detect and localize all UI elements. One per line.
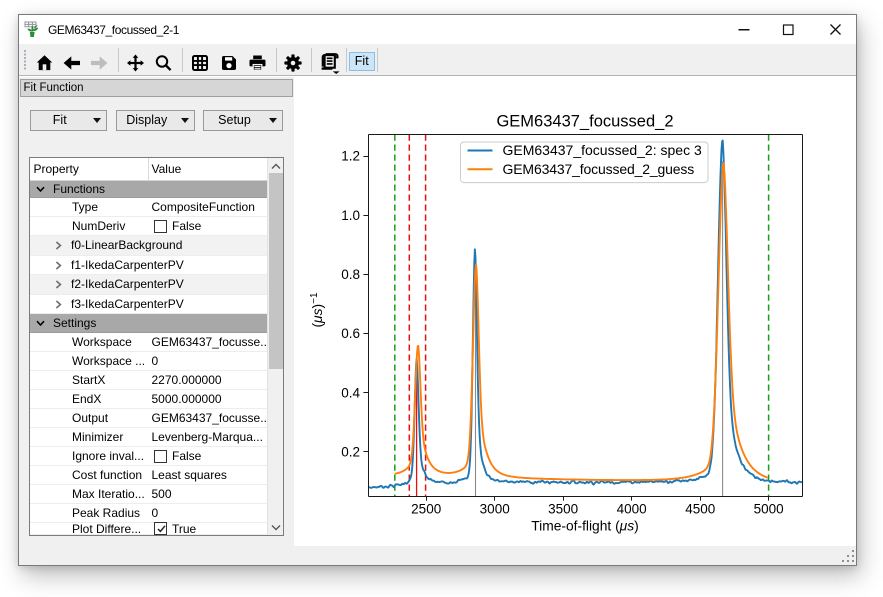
- svg-text:Time-of-flight (μs): Time-of-flight (μs): [531, 519, 639, 534]
- svg-text:1.0: 1.0: [341, 208, 360, 223]
- svg-text:3000: 3000: [480, 502, 510, 517]
- svg-text:3500: 3500: [548, 502, 578, 517]
- svg-text:GEM63437_focussed_2: spec 3: GEM63437_focussed_2: spec 3: [503, 142, 702, 158]
- svg-text:0.8: 0.8: [341, 267, 360, 282]
- svg-text:1.2: 1.2: [341, 149, 360, 164]
- svg-text:(μs)−1: (μs)−1: [309, 292, 325, 328]
- svg-text:5000: 5000: [754, 502, 784, 517]
- svg-text:0.4: 0.4: [341, 385, 360, 400]
- svg-text:2500: 2500: [411, 502, 441, 517]
- svg-text:4000: 4000: [617, 502, 647, 517]
- svg-text:4500: 4500: [685, 502, 715, 517]
- svg-text:0.2: 0.2: [341, 444, 360, 459]
- svg-text:GEM63437_focussed_2: GEM63437_focussed_2: [496, 113, 673, 131]
- svg-text:GEM63437_focussed_2_guess: GEM63437_focussed_2_guess: [503, 161, 695, 177]
- svg-text:0.6: 0.6: [341, 326, 360, 341]
